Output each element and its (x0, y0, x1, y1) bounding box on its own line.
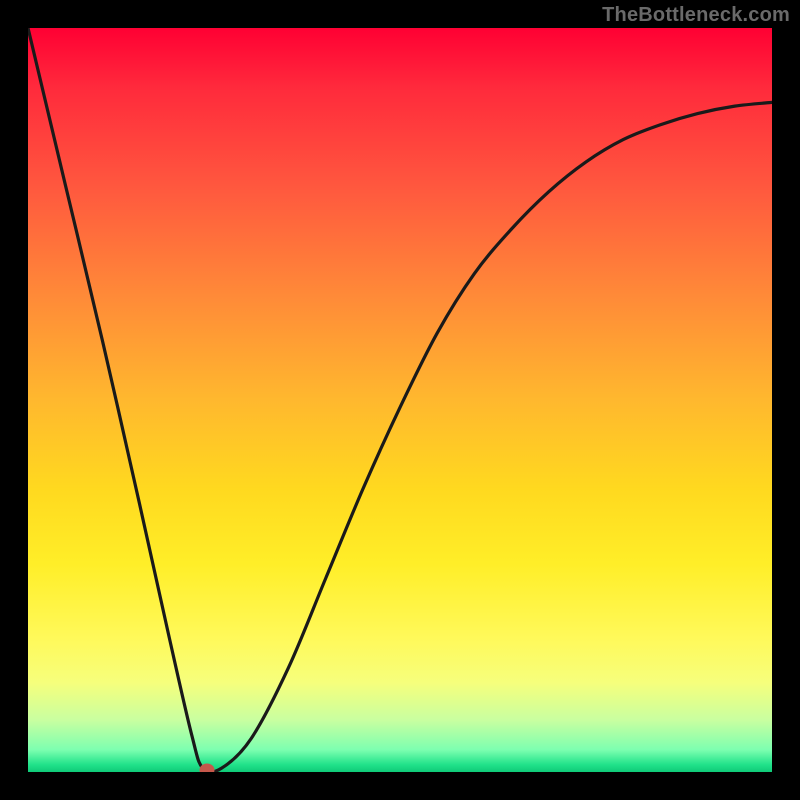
plot-area (28, 28, 772, 772)
chart-curve (28, 28, 772, 772)
min-marker-dot (199, 763, 214, 772)
curve-path (28, 28, 772, 772)
watermark-text: TheBottleneck.com (602, 4, 790, 27)
outer-frame: TheBottleneck.com (0, 0, 800, 800)
